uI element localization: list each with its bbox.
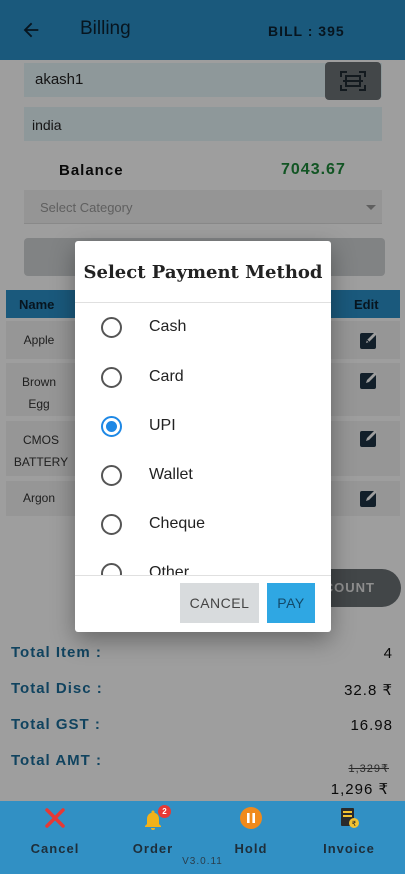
radio-button[interactable] [101,514,122,535]
payment-option-upi[interactable]: UPI [75,402,331,451]
app-version: V3.0.11 [182,856,223,867]
payment-option-cash[interactable]: Cash [75,303,331,352]
svg-text:₹: ₹ [352,820,357,828]
radio-button[interactable] [101,465,122,486]
option-label: Wallet [149,466,193,483]
payment-option-other[interactable]: Other [75,549,331,575]
close-x-icon [45,808,65,828]
payment-options-list[interactable]: Cash Card UPI Wallet Cheque Other [75,303,331,575]
nav-label: Cancel [30,841,80,856]
payment-option-wallet[interactable]: Wallet [75,451,331,500]
nav-label: Order [132,841,174,856]
payment-method-dialog: Select Payment Method Cash Card UPI Wall… [75,241,331,632]
option-label: UPI [149,417,176,434]
dialog-divider [75,575,331,576]
radio-button[interactable] [101,367,122,388]
option-label: Cash [149,318,187,335]
payment-option-card[interactable]: Card [75,353,331,402]
dialog-title: Select Payment Method [83,262,323,283]
radio-button[interactable] [101,563,122,575]
radio-button-selected[interactable] [101,416,122,437]
pay-button[interactable]: PAY [267,583,315,623]
nav-label: Hold [234,841,268,856]
option-label: Other [149,564,190,575]
nav-label: Invoice [323,841,375,856]
pause-icon [240,807,262,829]
cancel-button[interactable]: CANCEL [180,583,259,623]
order-badge: 2 [158,805,171,818]
option-label: Card [149,368,184,385]
payment-option-cheque[interactable]: Cheque [75,500,331,549]
option-label: Cheque [149,515,206,532]
radio-button[interactable] [101,317,122,338]
invoice-icon: ₹ [341,808,359,828]
